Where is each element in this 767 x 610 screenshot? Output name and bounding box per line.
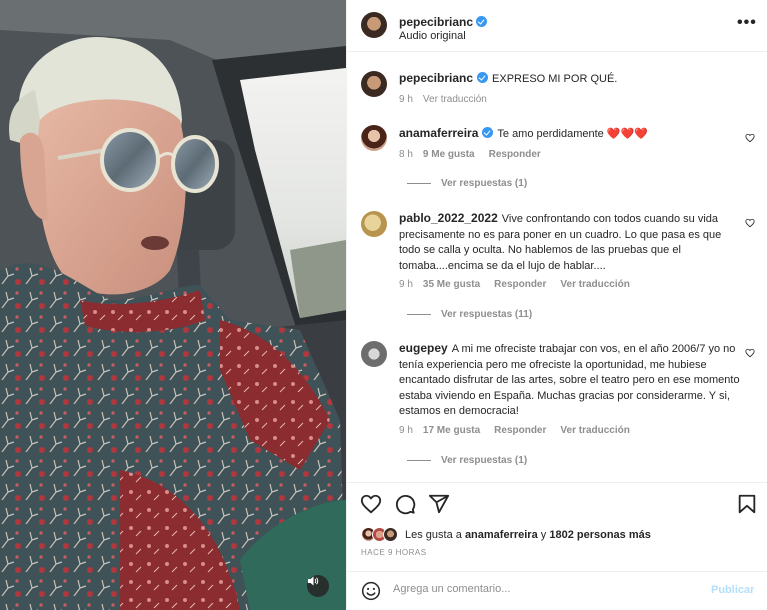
view-replies-label[interactable]: Ver respuestas (1) bbox=[441, 178, 527, 189]
translate-link[interactable]: Ver traducción bbox=[560, 279, 629, 290]
video-frame bbox=[0, 0, 346, 610]
comment-text: A mi me ofreciste trabajar con vos, en e… bbox=[399, 343, 740, 417]
likes-count[interactable]: 1802 personas más bbox=[549, 529, 651, 541]
comment-like-heart-icon[interactable] bbox=[745, 133, 755, 143]
comment-like-heart-icon[interactable] bbox=[745, 348, 755, 358]
emoji-icon[interactable] bbox=[361, 581, 381, 601]
comment-meta: 8 h 9 Me gusta Responder bbox=[399, 149, 555, 160]
comment-input[interactable] bbox=[393, 583, 693, 595]
caption-text: EXPRESO MI POR QUÉ. bbox=[492, 73, 618, 85]
comment-likes[interactable]: 35 Me gusta bbox=[423, 279, 480, 290]
post-timestamp: HACE 9 HORAS bbox=[361, 548, 427, 557]
caption-meta: 9 h Ver traducción bbox=[399, 94, 501, 105]
header-username-row: pepecibrianc bbox=[399, 13, 488, 31]
view-replies[interactable]: Ver respuestas (11) bbox=[407, 309, 532, 320]
reply-button[interactable]: Responder bbox=[494, 279, 546, 290]
comment-likes[interactable]: 9 Me gusta bbox=[423, 149, 475, 160]
comment-text: Te amo perdidamente ❤️❤️❤️ bbox=[497, 128, 648, 140]
likes-middle: y bbox=[537, 529, 550, 541]
post-video[interactable] bbox=[0, 0, 346, 610]
header-username[interactable]: pepecibrianc bbox=[399, 15, 473, 29]
comment-username[interactable]: eugepey bbox=[399, 341, 448, 355]
avatar bbox=[383, 527, 398, 542]
post-actions: Les gusta a anamaferreira y 1802 persona… bbox=[347, 482, 767, 610]
caption-avatar[interactable] bbox=[361, 71, 387, 97]
view-replies-label[interactable]: Ver respuestas (11) bbox=[441, 309, 532, 320]
comment-item: eugepey A mi me ofreciste trabajar con vo… bbox=[399, 341, 744, 420]
share-icon[interactable] bbox=[428, 493, 450, 515]
likes-user[interactable]: anamaferreira bbox=[465, 529, 538, 541]
comment-time: 9 h bbox=[399, 425, 413, 436]
replies-divider bbox=[407, 459, 431, 461]
view-replies-label[interactable]: Ver respuestas (1) bbox=[441, 455, 527, 466]
verified-badge-icon bbox=[482, 127, 494, 138]
avatar[interactable] bbox=[361, 12, 387, 38]
caption-username[interactable]: pepecibrianc bbox=[399, 71, 473, 85]
comment-avatar[interactable] bbox=[361, 211, 387, 237]
comment-item: anamaferreira Te amo perdidamente ❤️❤️❤️ bbox=[399, 126, 744, 143]
translate-link[interactable]: Ver traducción bbox=[560, 425, 629, 436]
verified-badge-icon bbox=[476, 16, 488, 27]
comment-time: 8 h bbox=[399, 149, 413, 160]
post-header: pepecibrianc Audio original ••• bbox=[347, 0, 767, 52]
comment-icon[interactable] bbox=[394, 493, 416, 515]
caption: pepecibrianc EXPRESO MI POR QUÉ. bbox=[399, 71, 744, 88]
comment-item: pablo_2022_2022 Vive confrontando con tod… bbox=[399, 211, 744, 274]
comment-username[interactable]: pablo_2022_2022 bbox=[399, 211, 498, 225]
verified-badge-icon bbox=[477, 72, 489, 83]
comment-avatar[interactable] bbox=[361, 341, 387, 367]
speaker-icon bbox=[308, 576, 319, 586]
comment-avatar[interactable] bbox=[361, 125, 387, 151]
publish-button[interactable]: Publicar bbox=[711, 584, 754, 596]
heart-icon[interactable] bbox=[360, 493, 382, 515]
caption-translate-link[interactable]: Ver traducción bbox=[423, 94, 487, 105]
post-side-panel: pepecibrianc Audio original ••• pepecibr… bbox=[346, 0, 767, 610]
comment-username[interactable]: anamaferreira bbox=[399, 126, 478, 140]
caption-time: 9 h bbox=[399, 94, 413, 105]
comment-like-heart-icon[interactable] bbox=[745, 218, 755, 228]
likes-summary[interactable]: Les gusta a anamaferreira y 1802 persona… bbox=[405, 529, 651, 541]
bookmark-icon[interactable] bbox=[737, 493, 757, 515]
comment-time: 9 h bbox=[399, 279, 413, 290]
reply-button[interactable]: Responder bbox=[489, 149, 541, 160]
likes-prefix: Les gusta a bbox=[405, 529, 465, 541]
comment-meta: 9 h 17 Me gusta Responder Ver traducción bbox=[399, 425, 644, 436]
mute-button[interactable] bbox=[307, 575, 329, 597]
view-replies[interactable]: Ver respuestas (1) bbox=[407, 178, 527, 189]
comment-likes[interactable]: 17 Me gusta bbox=[423, 425, 480, 436]
more-icon[interactable]: ••• bbox=[737, 14, 757, 32]
view-replies[interactable]: Ver respuestas (1) bbox=[407, 455, 527, 466]
add-comment-bar: Publicar bbox=[347, 571, 767, 610]
reply-button[interactable]: Responder bbox=[494, 425, 546, 436]
comment-meta: 9 h 35 Me gusta Responder Ver traducción bbox=[399, 279, 644, 290]
replies-divider bbox=[407, 182, 431, 184]
audio-label[interactable]: Audio original bbox=[399, 30, 466, 42]
replies-divider bbox=[407, 313, 431, 315]
